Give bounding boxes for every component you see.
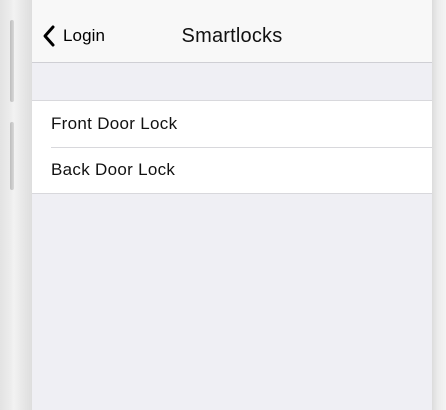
lock-list: Front Door Lock Back Door Lock xyxy=(32,100,432,194)
chevron-left-icon xyxy=(40,24,60,48)
page-title: Smartlocks xyxy=(181,25,283,47)
back-button[interactable]: Login xyxy=(40,22,105,50)
volume-up-button xyxy=(10,20,14,102)
list-item-label: Front Door Lock xyxy=(51,114,178,133)
navigation-bar: Login Smartlocks xyxy=(32,0,432,63)
device-bezel-right xyxy=(432,0,446,410)
device-frame: Login Smartlocks Front Door Lock Back Do… xyxy=(0,0,446,410)
device-bezel-left xyxy=(0,0,32,410)
list-item-label: Back Door Lock xyxy=(51,160,176,179)
list-item-back-door-lock[interactable]: Back Door Lock xyxy=(32,147,432,193)
screen: Login Smartlocks Front Door Lock Back Do… xyxy=(32,0,432,410)
list-item-front-door-lock[interactable]: Front Door Lock xyxy=(32,101,432,147)
back-button-label: Login xyxy=(63,26,106,45)
volume-down-button xyxy=(10,122,14,190)
